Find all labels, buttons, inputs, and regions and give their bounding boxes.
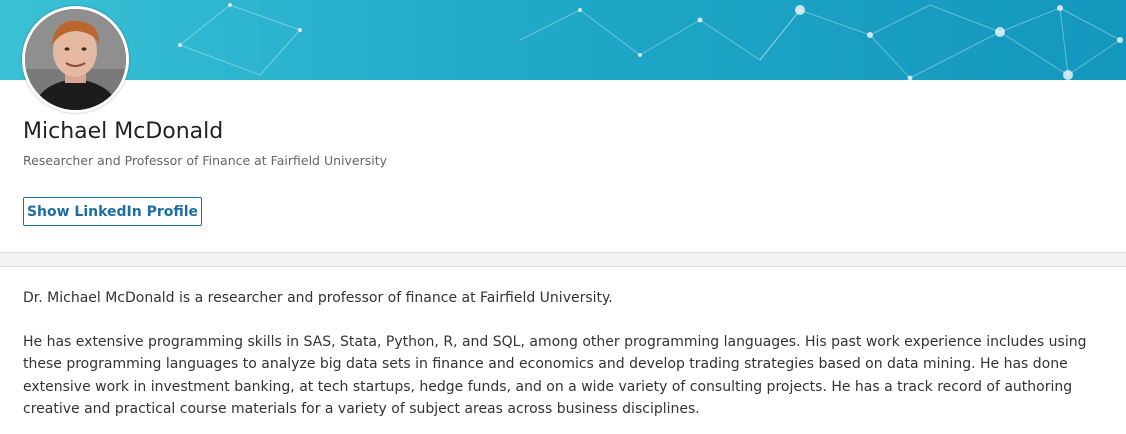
avatar[interactable] <box>22 6 129 113</box>
show-linkedin-profile-button[interactable]: Show LinkedIn Profile <box>23 197 202 226</box>
profile-banner <box>0 0 1126 80</box>
about-paragraph-details: He has extensive programming skills in S… <box>23 333 1087 418</box>
section-divider <box>0 252 1126 267</box>
profile-headline: Researcher and Professor of Finance at F… <box>23 153 388 168</box>
about-paragraph-intro: Dr. Michael McDonald is a researcher and… <box>23 290 613 306</box>
profile-name: Michael McDonald <box>23 119 224 144</box>
network-pattern-graphic <box>178 3 1123 80</box>
profile-photo-icon <box>25 9 126 110</box>
about-section: Dr. Michael McDonald is a researcher and… <box>23 287 1103 421</box>
